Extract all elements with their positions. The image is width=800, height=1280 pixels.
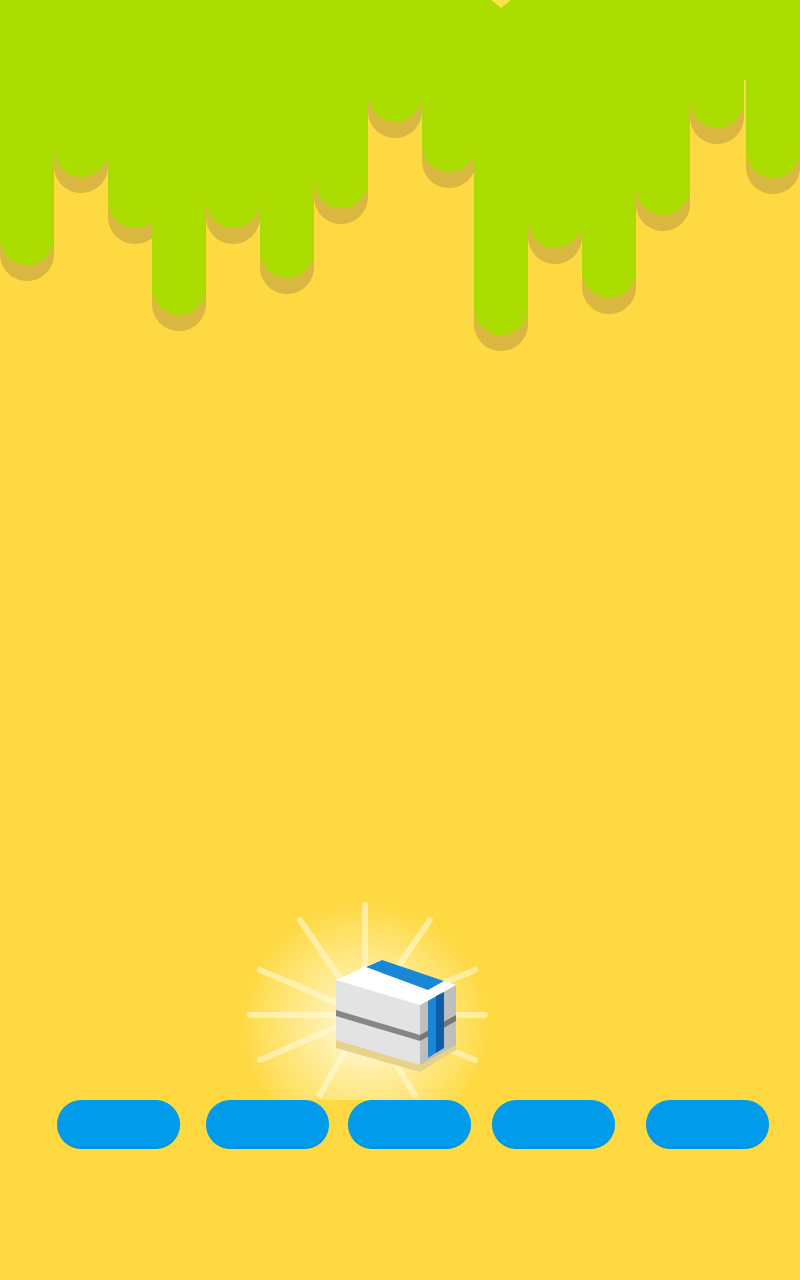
star-icon (474, 0, 528, 8)
slime-drip (474, 0, 528, 335)
game-stage[interactable] (0, 0, 800, 1280)
platform-4[interactable] (492, 1100, 615, 1149)
gift-box-icon (240, 890, 490, 1140)
slime-drip (636, 0, 690, 215)
slime-drip (314, 0, 368, 208)
platform-1[interactable] (57, 1100, 180, 1149)
slime-drip (528, 0, 582, 248)
slime-drip (690, 0, 744, 128)
slime-drip (746, 0, 800, 178)
slime-drip (0, 0, 54, 265)
slime-hazard (0, 0, 800, 360)
slime-drip (368, 0, 422, 122)
platform-3[interactable] (348, 1100, 471, 1149)
slime-drip (152, 0, 206, 315)
slime-drip (422, 0, 476, 172)
slime-drip (206, 0, 260, 228)
slime-drip (54, 0, 108, 177)
player-box[interactable] (230, 890, 500, 1140)
slime-drip (260, 0, 314, 278)
slime-drip (582, 0, 636, 298)
platform-5[interactable] (646, 1100, 769, 1149)
platform-2[interactable] (206, 1100, 329, 1149)
